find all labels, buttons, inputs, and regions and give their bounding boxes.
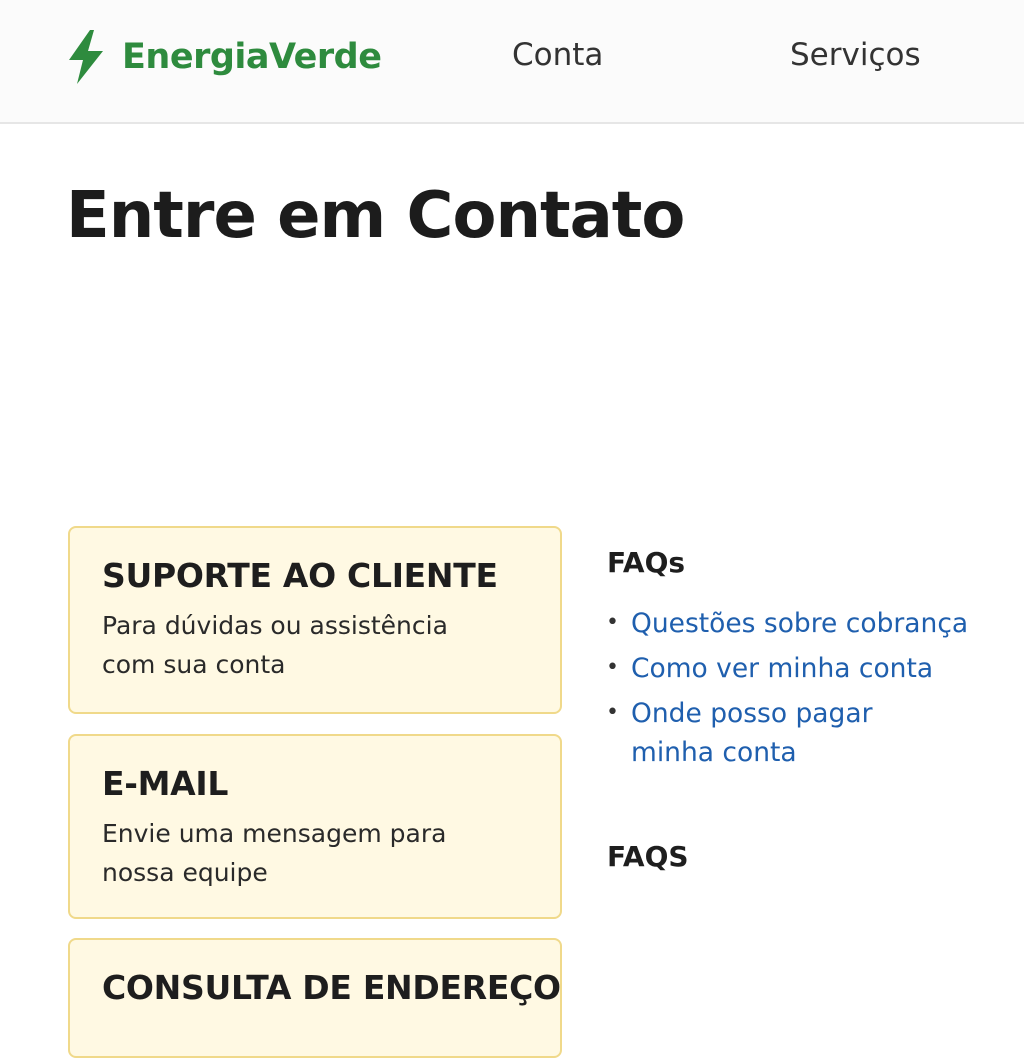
faq-link-billing[interactable]: Questões sobre cobrança xyxy=(631,604,968,643)
page-title: Entre em Contato xyxy=(66,179,685,253)
card-customer-support[interactable]: SUPORTE AO CLIENTE Para dúvidas ou assis… xyxy=(68,526,562,714)
card-title: SUPORTE AO CLIENTE xyxy=(102,556,498,595)
brand-name: EnergiaVerde xyxy=(122,37,382,77)
nav-servicos[interactable]: Serviços xyxy=(790,36,921,74)
faq-link-where-to-pay[interactable]: Onde posso pagar minha conta xyxy=(631,694,891,772)
faq-item: • Como ver minha conta xyxy=(604,649,1004,688)
site-header: EnergiaVerde Conta Serviços xyxy=(0,0,1024,124)
bullet-icon: • xyxy=(606,700,619,725)
faq-heading: FAQs xyxy=(607,546,686,579)
card-title: CONSULTA DE ENDEREÇO xyxy=(102,968,561,1007)
card-description: Para dúvidas ou assistência com sua cont… xyxy=(102,611,448,679)
card-description: Envie uma mensagem para nossa equipe xyxy=(102,819,447,887)
card-address-lookup[interactable]: CONSULTA DE ENDEREÇO xyxy=(68,938,562,1058)
lightning-bolt-icon xyxy=(69,30,103,84)
brand-logo[interactable]: EnergiaVerde xyxy=(66,30,382,84)
card-title: E-MAIL xyxy=(102,764,229,803)
faq-heading-secondary: FAQS xyxy=(607,840,689,873)
card-email[interactable]: E-MAIL Envie uma mensagem para nossa equ… xyxy=(68,734,562,919)
faq-item: • Onde posso pagar minha conta xyxy=(604,694,1004,772)
faq-link-view-bill[interactable]: Como ver minha conta xyxy=(631,649,933,688)
nav-conta[interactable]: Conta xyxy=(512,36,603,74)
bullet-icon: • xyxy=(606,610,619,635)
faq-list: • Questões sobre cobrança • Como ver min… xyxy=(604,604,1004,778)
bullet-icon: • xyxy=(606,655,619,680)
faq-item: • Questões sobre cobrança xyxy=(604,604,1004,643)
